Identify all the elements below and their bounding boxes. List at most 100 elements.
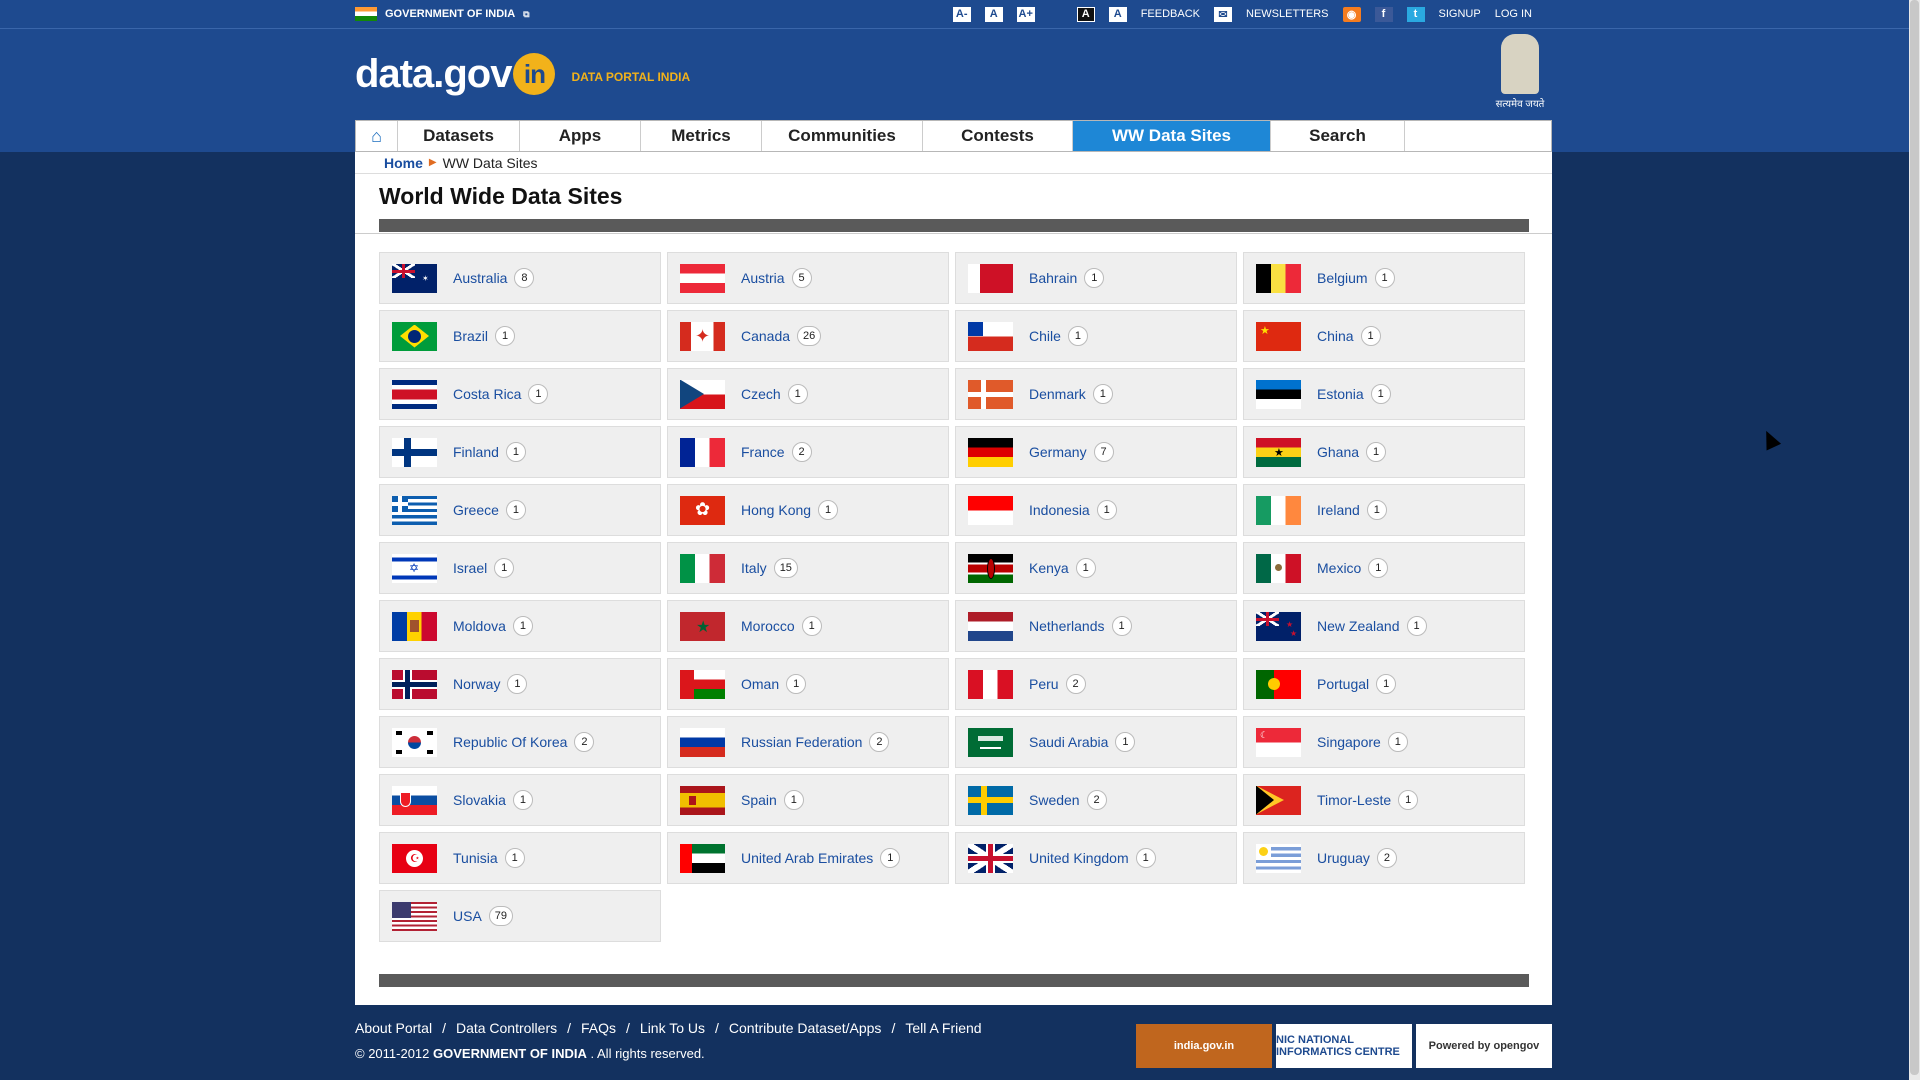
hongkong-flag-icon[interactable]: ✿ (680, 495, 725, 525)
country-name-link[interactable]: New Zealand (1317, 618, 1400, 634)
footer-link-link-to-us[interactable]: Link To Us (640, 1020, 705, 1036)
italy-flag-icon[interactable] (680, 553, 725, 583)
country-item[interactable]: Saudi Arabia 1 (955, 716, 1237, 768)
country-item[interactable]: Germany 7 (955, 426, 1237, 478)
country-item[interactable]: Austria 5 (667, 252, 949, 304)
brazil-flag-icon[interactable] (392, 321, 437, 351)
nav-tab-communities[interactable]: Communities (762, 121, 923, 151)
country-name-link[interactable]: Belgium (1317, 270, 1368, 286)
timor-flag-icon[interactable] (1256, 785, 1301, 815)
country-name-link[interactable]: Hong Kong (741, 502, 811, 518)
country-item[interactable]: ✶ Australia 8 (379, 252, 661, 304)
breadcrumb-home-link[interactable]: Home (384, 155, 423, 171)
australia-flag-icon[interactable]: ✶ (392, 263, 437, 293)
country-name-link[interactable]: Italy (741, 560, 767, 576)
country-name-link[interactable]: USA (453, 908, 482, 924)
country-item[interactable]: ☪ Tunisia 1 (379, 832, 661, 884)
netherlands-flag-icon[interactable] (968, 611, 1013, 641)
saudi-flag-icon[interactable] (968, 727, 1013, 757)
peru-flag-icon[interactable] (968, 669, 1013, 699)
country-name-link[interactable]: Greece (453, 502, 499, 518)
canada-flag-icon[interactable]: ✦ (680, 321, 725, 351)
france-flag-icon[interactable] (680, 437, 725, 467)
footer-link-about-portal[interactable]: About Portal (355, 1020, 432, 1036)
country-name-link[interactable]: Morocco (741, 618, 795, 634)
country-name-link[interactable]: Mexico (1317, 560, 1361, 576)
country-name-link[interactable]: United Arab Emirates (741, 850, 873, 866)
country-name-link[interactable]: Tunisia (453, 850, 498, 866)
country-name-link[interactable]: Moldova (453, 618, 506, 634)
austria-flag-icon[interactable] (680, 263, 725, 293)
country-name-link[interactable]: Slovakia (453, 792, 506, 808)
signup-link[interactable]: SIGNUP (1439, 8, 1481, 20)
country-item[interactable]: United Kingdom 1 (955, 832, 1237, 884)
twitter-icon[interactable]: t (1406, 6, 1425, 22)
country-name-link[interactable]: Spain (741, 792, 777, 808)
opengov-badge[interactable]: Powered by opengov (1416, 1024, 1552, 1068)
kenya-flag-icon[interactable] (968, 553, 1013, 583)
country-name-link[interactable]: Indonesia (1029, 502, 1090, 518)
nav-tab-apps[interactable]: Apps (520, 121, 641, 151)
page-scrollbar[interactable] (1909, 0, 1920, 1080)
chile-flag-icon[interactable] (968, 321, 1013, 351)
nav-tab-ww-data-sites[interactable]: WW Data Sites (1073, 121, 1271, 151)
country-name-link[interactable]: Brazil (453, 328, 488, 344)
indonesia-flag-icon[interactable] (968, 495, 1013, 525)
feedback-link[interactable]: FEEDBACK (1141, 8, 1200, 20)
newzealand-flag-icon[interactable]: ★ ★ (1256, 611, 1301, 641)
country-item[interactable]: Peru 2 (955, 658, 1237, 710)
mexico-flag-icon[interactable] (1256, 553, 1301, 583)
country-item[interactable]: Uruguay 2 (1243, 832, 1525, 884)
country-item[interactable]: ✡ Israel 1 (379, 542, 661, 594)
footer-link-data-controllers[interactable]: Data Controllers (456, 1020, 557, 1036)
country-item[interactable]: Timor-Leste 1 (1243, 774, 1525, 826)
uruguay-flag-icon[interactable] (1256, 843, 1301, 873)
costarica-flag-icon[interactable] (392, 379, 437, 409)
font-normal-button[interactable]: A (984, 6, 1003, 22)
nav-tab-contests[interactable]: Contests (923, 121, 1073, 151)
country-name-link[interactable]: Republic Of Korea (453, 734, 567, 750)
country-item[interactable]: ★ ★ New Zealand 1 (1243, 600, 1525, 652)
country-item[interactable]: Denmark 1 (955, 368, 1237, 420)
sweden-flag-icon[interactable] (968, 785, 1013, 815)
country-item[interactable]: Spain 1 (667, 774, 949, 826)
country-item[interactable]: Indonesia 1 (955, 484, 1237, 536)
uk-flag-icon[interactable] (968, 843, 1013, 873)
country-name-link[interactable]: France (741, 444, 785, 460)
denmark-flag-icon[interactable] (968, 379, 1013, 409)
login-link[interactable]: LOG IN (1495, 8, 1532, 20)
country-name-link[interactable]: Australia (453, 270, 507, 286)
copyright-org-link[interactable]: GOVERNMENT OF INDIA (433, 1046, 587, 1061)
ghana-flag-icon[interactable]: ★ (1256, 437, 1301, 467)
nav-tab-datasets[interactable]: Datasets (398, 121, 520, 151)
country-item[interactable]: ☾ Singapore 1 (1243, 716, 1525, 768)
country-name-link[interactable]: Norway (453, 676, 500, 692)
nic-badge[interactable]: NIC NATIONAL INFORMATICS CENTRE (1276, 1024, 1412, 1068)
facebook-icon[interactable]: f (1374, 6, 1393, 22)
india-gov-badge[interactable]: india.gov.in (1136, 1024, 1272, 1068)
china-flag-icon[interactable]: ★ (1256, 321, 1301, 351)
belgium-flag-icon[interactable] (1256, 263, 1301, 293)
ireland-flag-icon[interactable] (1256, 495, 1301, 525)
country-item[interactable]: Republic Of Korea 2 (379, 716, 661, 768)
country-name-link[interactable]: Estonia (1317, 386, 1364, 402)
korea-flag-icon[interactable] (392, 727, 437, 757)
country-name-link[interactable]: Czech (741, 386, 781, 402)
oman-flag-icon[interactable] (680, 669, 725, 699)
country-name-link[interactable]: Russian Federation (741, 734, 862, 750)
czech-flag-icon[interactable] (680, 379, 725, 409)
country-name-link[interactable]: Costa Rica (453, 386, 521, 402)
finland-flag-icon[interactable] (392, 437, 437, 467)
footer-link-faqs[interactable]: FAQs (581, 1020, 616, 1036)
nav-tab-search[interactable]: Search (1271, 121, 1405, 151)
country-name-link[interactable]: Uruguay (1317, 850, 1370, 866)
country-item[interactable]: Norway 1 (379, 658, 661, 710)
country-item[interactable]: Greece 1 (379, 484, 661, 536)
moldova-flag-icon[interactable] (392, 611, 437, 641)
country-item[interactable]: Belgium 1 (1243, 252, 1525, 304)
country-item[interactable]: Moldova 1 (379, 600, 661, 652)
estonia-flag-icon[interactable] (1256, 379, 1301, 409)
nav-tab-metrics[interactable]: Metrics (641, 121, 762, 151)
country-name-link[interactable]: Singapore (1317, 734, 1381, 750)
country-item[interactable]: ✿ Hong Kong 1 (667, 484, 949, 536)
